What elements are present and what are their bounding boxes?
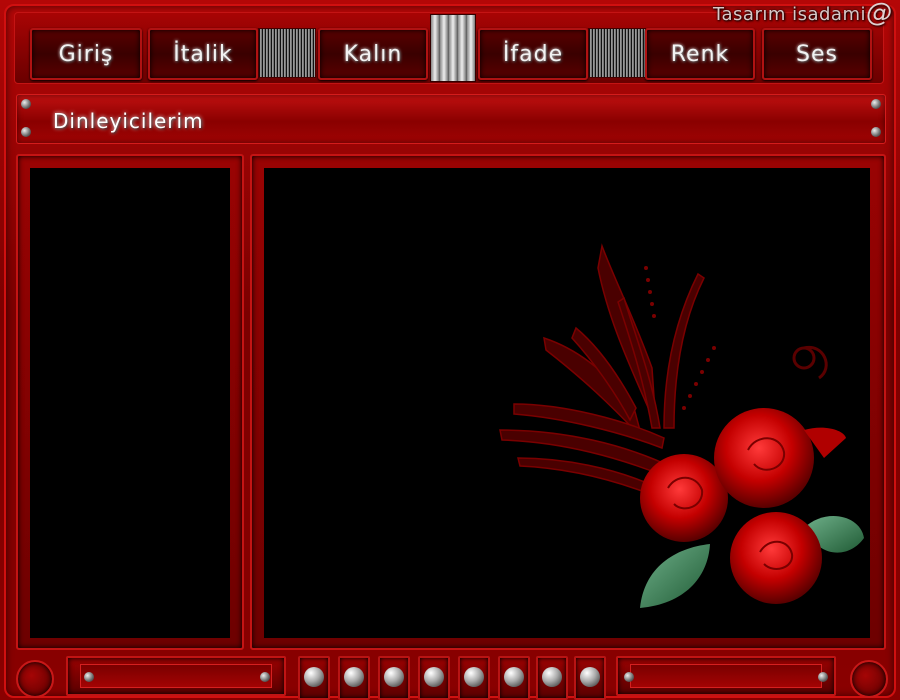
ifade-button[interactable]: İfade — [478, 28, 588, 80]
credit-text: Tasarım isadami — [712, 4, 866, 25]
control-button-6[interactable] — [498, 656, 530, 700]
chat-area[interactable] — [264, 168, 870, 638]
rivet-icon — [871, 99, 881, 109]
at-sign-icon: @ — [866, 0, 892, 28]
control-button-1[interactable] — [298, 656, 330, 700]
rivet-icon — [871, 127, 881, 137]
control-button-8[interactable] — [574, 656, 606, 700]
red-roses-icon — [499, 243, 864, 608]
control-button-2[interactable] — [338, 656, 370, 700]
control-button-7[interactable] — [536, 656, 568, 700]
rivet-icon — [21, 99, 31, 109]
knob-icon — [504, 667, 524, 687]
left-round-knob[interactable] — [16, 660, 54, 698]
knob-icon — [542, 667, 562, 687]
slider-groove — [630, 664, 822, 688]
rivet-icon — [818, 672, 828, 682]
rivet-icon — [624, 672, 634, 682]
chrome-divider — [430, 14, 476, 82]
listeners-list[interactable] — [30, 168, 230, 638]
section-title: Dinleyicilerim — [53, 109, 204, 133]
rivet-icon — [21, 127, 31, 137]
giris-button[interactable]: Giriş — [30, 28, 142, 80]
control-button-4[interactable] — [418, 656, 450, 700]
knob-icon — [580, 667, 600, 687]
knob-icon — [424, 667, 444, 687]
slider-groove — [80, 664, 272, 688]
rivet-icon — [84, 672, 94, 682]
ses-button[interactable]: Ses — [762, 28, 872, 80]
knob-icon — [344, 667, 364, 687]
knob-icon — [464, 667, 484, 687]
listeners-section-bar: Dinleyicilerim — [16, 94, 886, 144]
speaker-grill-left — [258, 28, 316, 78]
kalin-button[interactable]: Kalın — [318, 28, 428, 80]
rivet-icon — [260, 672, 270, 682]
speaker-grill-right — [588, 28, 646, 78]
renk-button[interactable]: Renk — [645, 28, 755, 80]
right-round-knob[interactable] — [850, 660, 888, 698]
italik-button[interactable]: İtalik — [148, 28, 258, 80]
knob-icon — [384, 667, 404, 687]
knob-icon — [304, 667, 324, 687]
control-button-3[interactable] — [378, 656, 410, 700]
control-button-5[interactable] — [458, 656, 490, 700]
right-slider-track[interactable] — [616, 656, 836, 696]
left-slider-track[interactable] — [66, 656, 286, 696]
